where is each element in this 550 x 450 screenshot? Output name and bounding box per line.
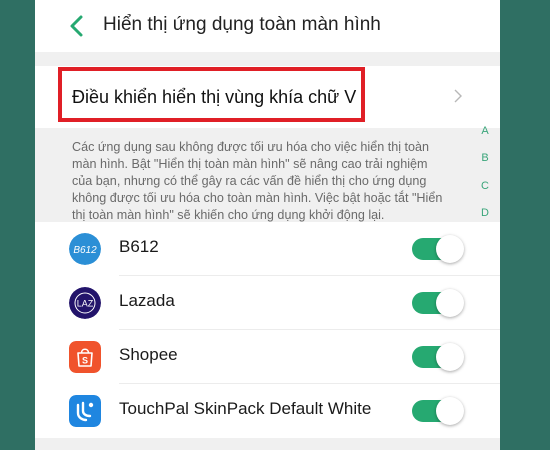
svg-text:LAZ: LAZ bbox=[77, 299, 94, 309]
svg-text:B612: B612 bbox=[73, 245, 97, 256]
header-bar: Hiển thị ứng dụng toàn màn hình bbox=[35, 0, 500, 52]
fullscreen-toggle-b612[interactable] bbox=[412, 235, 464, 263]
index-letter[interactable]: C bbox=[475, 173, 495, 200]
lazada-icon: LAZ bbox=[69, 287, 101, 319]
settings-screen: Hiển thị ứng dụng toàn màn hình Điều khi… bbox=[35, 0, 500, 450]
toggle-knob bbox=[436, 235, 464, 263]
svg-text:S: S bbox=[82, 356, 88, 366]
back-arrow-icon[interactable] bbox=[65, 12, 91, 40]
toggle-knob bbox=[436, 343, 464, 371]
index-letter[interactable]: B bbox=[475, 145, 495, 172]
app-row-b612: B612 B612 bbox=[35, 222, 500, 276]
touchpal-icon bbox=[69, 395, 101, 427]
page-title: Hiển thị ứng dụng toàn màn hình bbox=[103, 14, 381, 35]
b612-icon: B612 bbox=[69, 233, 101, 265]
app-row-touchpal: TouchPal SkinPack Default White bbox=[35, 384, 500, 438]
fullscreen-toggle-lazada[interactable] bbox=[412, 289, 464, 317]
app-name: TouchPal SkinPack Default White bbox=[119, 399, 372, 418]
fullscreen-toggle-touchpal[interactable] bbox=[412, 397, 464, 425]
app-row-lazada: LAZ Lazada bbox=[35, 276, 500, 330]
fullscreen-toggle-shopee[interactable] bbox=[412, 343, 464, 371]
app-name: B612 bbox=[119, 237, 159, 256]
index-letter[interactable]: A bbox=[475, 118, 495, 145]
shopee-icon: S bbox=[69, 341, 101, 373]
toggle-knob bbox=[436, 289, 464, 317]
app-row-shopee: S Shopee bbox=[35, 330, 500, 384]
chevron-right-icon bbox=[454, 89, 462, 103]
app-name: Lazada bbox=[119, 291, 175, 310]
app-name: Shopee bbox=[119, 345, 178, 364]
toggle-knob bbox=[436, 397, 464, 425]
description-text: Các ứng dụng sau không được tối ưu hóa c… bbox=[72, 140, 443, 222]
highlight-box bbox=[58, 67, 365, 122]
